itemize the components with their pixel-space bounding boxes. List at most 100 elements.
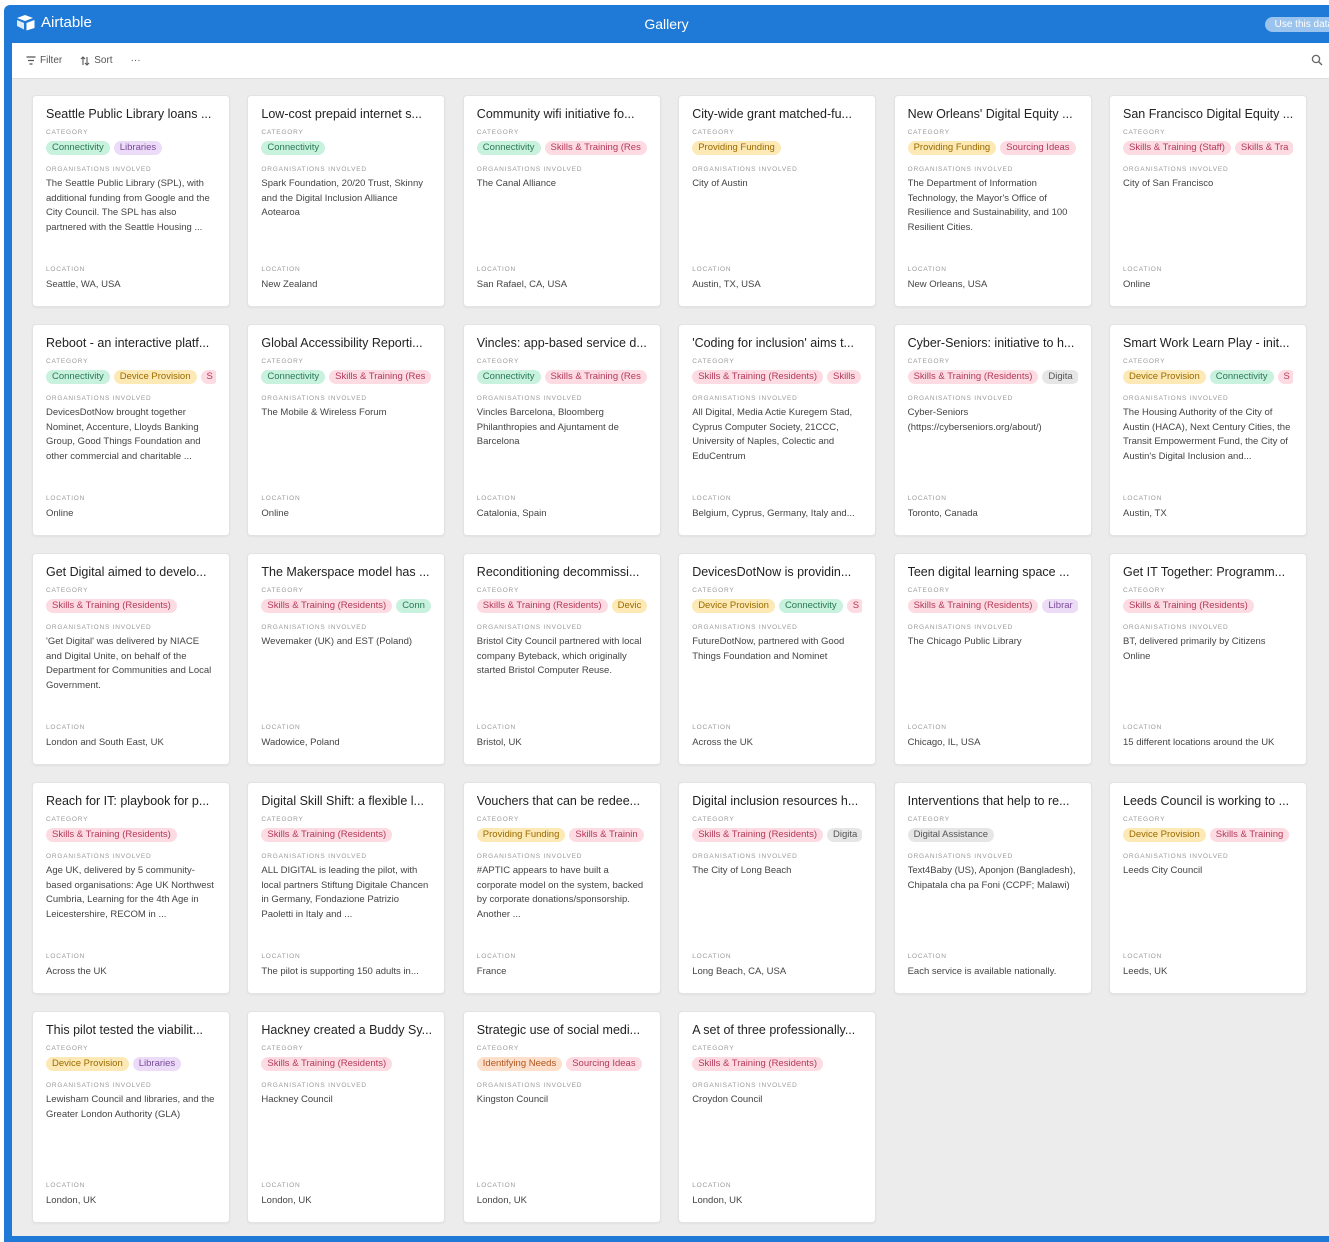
category-tag: Libraries — [113, 141, 163, 155]
organisations-label: ORGANISATIONS INVOLVED — [261, 1082, 367, 1089]
location-value: London and South East, UK — [46, 737, 164, 748]
gallery-card[interactable]: DevicesDotNow is providin... CATEGORY Devi… — [678, 553, 877, 765]
organisations-label: ORGANISATIONS INVOLVED — [46, 395, 152, 402]
location-label: LOCATION — [1123, 953, 1163, 960]
gallery-card[interactable]: Teen digital learning space ... CATEGORY S… — [893, 553, 1092, 765]
card-title: Get Digital aimed to develo... — [46, 565, 207, 579]
category-tags: Digital Assistance — [907, 828, 1078, 844]
gallery-card[interactable]: San Francisco Digital Equity ... CATEGORY… — [1109, 95, 1307, 307]
card-title: This pilot tested the viabilit... — [46, 1023, 204, 1037]
gallery-card[interactable]: City-wide grant matched-fu... CATEGORY Pro… — [678, 95, 877, 307]
category-label: CATEGORY — [692, 816, 735, 823]
use-this-data-button[interactable]: Use this data — [1264, 17, 1329, 32]
gallery-card[interactable]: Vincles: app-based service d... CATEGORY C… — [462, 324, 661, 536]
category-tags: Device Provision Libraries — [46, 1057, 216, 1073]
category-tag: Skills & Training (Residents) — [692, 1057, 823, 1071]
card-title: Teen digital learning space ... — [907, 565, 1070, 579]
organisations-label: ORGANISATIONS INVOLVED — [1123, 853, 1229, 860]
gallery-card[interactable]: Global Accessibility Reporti... CATEGORY C… — [247, 324, 446, 536]
more-icon: ··· — [130, 55, 141, 66]
gallery-card[interactable]: Smart Work Learn Play - init... CATEGORY D… — [1109, 324, 1307, 536]
category-tags: Skills & Training (Residents) Digita — [692, 828, 863, 844]
gallery-card[interactable]: Reconditioning decommissi... CATEGORY Skil… — [462, 553, 661, 765]
location-value: Leeds, UK — [1123, 966, 1168, 977]
gallery-card[interactable]: Cyber-Seniors: initiative to h... CATEGOR… — [893, 324, 1092, 536]
gallery-panel: Filter Sort ··· Seattle Public Library l… — [12, 43, 1329, 1236]
gallery-card[interactable]: Leeds Council is working to ... CATEGORY D… — [1109, 782, 1307, 994]
category-tag: Connectivity — [261, 370, 326, 384]
category-tag: Device Provision — [46, 1057, 129, 1071]
filter-button[interactable]: Filter — [26, 55, 62, 66]
gallery-card[interactable]: Seattle Public Library loans ... CATEGORY… — [32, 95, 230, 307]
category-tag: Skills & Training (Res — [544, 370, 647, 384]
organisations-value: Cyber-Seniors (https://cyberseniors.org/… — [907, 407, 1042, 433]
sort-button[interactable]: Sort — [80, 55, 113, 66]
more-options-button[interactable]: ··· — [131, 55, 141, 66]
gallery-card[interactable]: Hackney created a Buddy Sy... CATEGORY Ski… — [247, 1011, 446, 1223]
category-label: CATEGORY — [692, 358, 735, 365]
category-tags: Connectivity Skills & Training (Res — [261, 370, 432, 386]
view-title: Gallery — [644, 16, 689, 32]
category-tag: Sourcing Ideas — [1000, 141, 1076, 155]
gallery-card[interactable]: Reboot - an interactive platf... CATEGORY… — [32, 324, 230, 536]
gallery-card[interactable]: 'Coding for inclusion' aims t... CATEGORY… — [678, 324, 877, 536]
sort-icon — [80, 55, 90, 66]
category-tag: Digita — [826, 828, 863, 842]
organisations-value: FutureDotNow, partnered with Good Things… — [692, 636, 845, 662]
category-tag: Device Provision — [1123, 370, 1206, 384]
gallery-card[interactable]: Reach for IT: playbook for p... CATEGORY S… — [32, 782, 230, 994]
category-label: CATEGORY — [46, 587, 89, 594]
gallery-card[interactable]: Community wifi initiative fo... CATEGORY C… — [462, 95, 661, 307]
organisations-label: ORGANISATIONS INVOLVED — [692, 1082, 798, 1089]
category-tag: S — [1277, 370, 1293, 384]
gallery-card[interactable]: Get Digital aimed to develo... CATEGORY Sk… — [32, 553, 230, 765]
gallery-card[interactable]: Low-cost prepaid internet s... CATEGORY Co… — [247, 95, 446, 307]
organisations-label: ORGANISATIONS INVOLVED — [261, 166, 367, 173]
gallery-card[interactable]: Vouchers that can be redee... CATEGORY Pro… — [462, 782, 661, 994]
card-title: Low-cost prepaid internet s... — [261, 107, 422, 121]
category-tag: Providing Funding — [907, 141, 997, 155]
location-value: London, UK — [476, 1195, 527, 1206]
category-label: CATEGORY — [261, 816, 304, 823]
location-label: LOCATION — [1123, 266, 1163, 273]
gallery-card[interactable]: Get IT Together: Programm... CATEGORY Skil… — [1109, 553, 1307, 765]
organisations-value: The Chicago Public Library — [907, 636, 1022, 647]
location-value: Each service is available nationally. — [907, 966, 1057, 977]
card-title: San Francisco Digital Equity ... — [1123, 107, 1293, 121]
location-value: Catalonia, Spain — [476, 508, 547, 519]
organisations-value: Vincles Barcelona, Bloomberg Philanthrop… — [476, 407, 619, 448]
gallery-card[interactable]: This pilot tested the viabilit... CATEGOR… — [32, 1011, 230, 1223]
gallery-card[interactable]: A set of three professionally... CATEGORY… — [678, 1011, 877, 1223]
location-label: LOCATION — [476, 266, 516, 273]
location-label: LOCATION — [476, 495, 516, 502]
category-tags: Device Provision Connectivity S — [1123, 370, 1293, 386]
search-button[interactable] — [1311, 54, 1323, 69]
category-label: CATEGORY — [261, 358, 304, 365]
category-tag: Device Provision — [1123, 828, 1206, 842]
organisations-value: Leeds City Council — [1123, 865, 1203, 876]
gallery-card[interactable]: New Orleans' Digital Equity ... CATEGORY P… — [893, 95, 1092, 307]
category-tags: Skills & Training (Residents) — [261, 828, 431, 844]
gallery-card[interactable]: Interventions that help to re... CATEGORY… — [893, 782, 1092, 994]
gallery-card[interactable]: Digital inclusion resources h... CATEGORY… — [678, 782, 877, 994]
category-label: CATEGORY — [476, 358, 520, 365]
location-value: London, UK — [261, 1195, 312, 1206]
gallery-card[interactable]: The Makerspace model has ... CATEGORY Skil… — [247, 553, 446, 765]
category-tags: Skills & Training (Residents) Librar — [907, 599, 1078, 615]
category-tag: Connectivity — [261, 141, 326, 155]
category-label: CATEGORY — [907, 587, 950, 594]
category-label: CATEGORY — [46, 358, 89, 365]
organisations-value: Wevemaker (UK) and EST (Poland) — [261, 636, 413, 647]
card-title: Digital inclusion resources h... — [692, 794, 859, 808]
organisations-value: The Seattle Public Library (SPL), with a… — [46, 178, 210, 233]
card-title: Interventions that help to re... — [907, 794, 1070, 808]
organisations-label: ORGANISATIONS INVOLVED — [692, 395, 798, 402]
gallery-card[interactable]: Strategic use of social medi... CATEGORY I… — [462, 1011, 661, 1223]
organisations-label: ORGANISATIONS INVOLVED — [476, 624, 583, 631]
category-label: CATEGORY — [907, 129, 950, 136]
category-tags: Providing Funding Skills & Trainin — [476, 828, 647, 844]
category-tag: Libraries — [132, 1057, 182, 1071]
card-title: Community wifi initiative fo... — [476, 107, 635, 121]
card-title: Reach for IT: playbook for p... — [46, 794, 210, 808]
gallery-card[interactable]: Digital Skill Shift: a flexible l... CATE… — [247, 782, 446, 994]
